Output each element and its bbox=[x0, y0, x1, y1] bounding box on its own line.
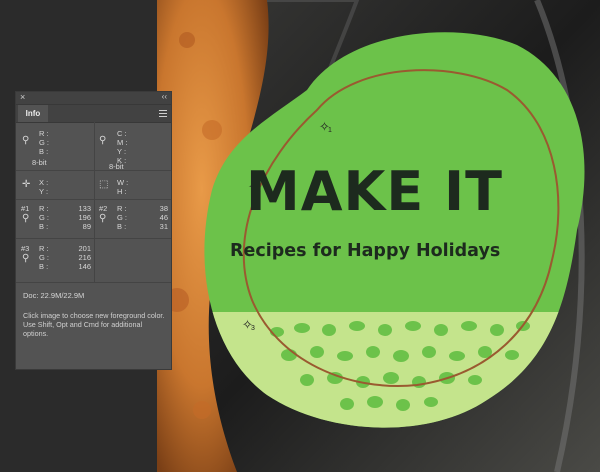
xy-labels: X : Y : bbox=[39, 178, 49, 196]
color-sampler-1[interactable]: ✧ 1 bbox=[319, 120, 332, 134]
column-divider bbox=[94, 122, 95, 282]
bit-depth-right: 8-bit bbox=[109, 162, 124, 171]
sampler-2-b: 31 bbox=[159, 222, 168, 231]
sampler-1-r: 133 bbox=[78, 204, 91, 213]
sampler-3-r: 201 bbox=[78, 244, 91, 253]
color-sampler-3[interactable]: ✧ 3 bbox=[242, 318, 255, 332]
cmyk-labels: C : M : Y : K : bbox=[117, 129, 128, 165]
sticker-headline: MAKE IT bbox=[246, 160, 503, 223]
sampler-3-label: #3 bbox=[21, 244, 30, 253]
sticker-subtitle: Recipes for Happy Holidays bbox=[230, 241, 501, 261]
sampler-2-label: #2 bbox=[99, 204, 108, 213]
sampler-number: 1 bbox=[328, 127, 332, 134]
selection-size-icon: ⬚ bbox=[99, 179, 109, 190]
eyedropper-icon[interactable]: ⚲ bbox=[99, 135, 106, 146]
sampler-1-g: 196 bbox=[78, 213, 91, 222]
tab-info[interactable]: Info bbox=[18, 105, 48, 122]
info-panel: × ‹‹ Info ⚲ R : G : B : 8-bit ⚲ C : M : … bbox=[15, 91, 172, 370]
row-divider bbox=[16, 238, 171, 239]
sampler-3-channels: R : G : B : bbox=[39, 244, 50, 271]
panel-tab-bar: Info bbox=[16, 105, 171, 123]
collapse-icon[interactable]: ‹‹ bbox=[162, 92, 167, 101]
sampler-3-g: 216 bbox=[78, 253, 91, 262]
sampler-2-g: 46 bbox=[159, 213, 168, 222]
sampler-3-b: 146 bbox=[78, 262, 91, 271]
crosshair-icon: ✛ bbox=[22, 179, 31, 190]
sampler-1-channels: R : G : B : bbox=[39, 204, 50, 231]
rgb-labels: R : G : B : bbox=[39, 129, 50, 156]
eyedropper-icon[interactable]: ⚲ bbox=[22, 253, 29, 264]
photo-artwork bbox=[157, 0, 600, 472]
sampler-1-label: #1 bbox=[21, 204, 30, 213]
eyedropper-icon[interactable]: ⚲ bbox=[22, 135, 29, 146]
sampler-number: 3 bbox=[251, 325, 255, 332]
sampler-2-channels: R : G : B : bbox=[117, 204, 128, 231]
close-icon[interactable]: × bbox=[20, 92, 25, 102]
row-divider bbox=[16, 282, 171, 283]
hamburger-icon[interactable] bbox=[159, 110, 167, 119]
row-divider bbox=[16, 170, 171, 171]
row-divider bbox=[16, 199, 171, 200]
sampler-2-r: 38 bbox=[159, 204, 168, 213]
document-size: Doc: 22.9M/22.9M bbox=[23, 291, 85, 300]
eyedropper-icon[interactable]: ⚲ bbox=[99, 213, 106, 224]
help-text: Click image to choose new foreground col… bbox=[23, 311, 165, 338]
sampler-1-b: 89 bbox=[82, 222, 91, 231]
wh-labels: W : H : bbox=[117, 178, 129, 196]
photo-canvas[interactable]: ✧ 1 ✧ 2 ✧ 3 bbox=[157, 0, 600, 472]
panel-title-bar: × ‹‹ bbox=[16, 92, 171, 105]
bit-depth-left: 8-bit bbox=[32, 158, 47, 167]
eyedropper-icon[interactable]: ⚲ bbox=[22, 213, 29, 224]
